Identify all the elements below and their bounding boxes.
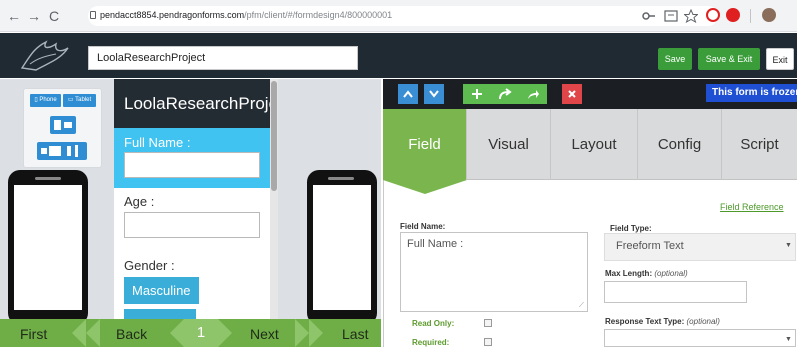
left-chevron-icon — [86, 319, 100, 347]
lock-icon — [90, 11, 96, 19]
address-bar-url: pendacct8854.pendragonforms.com/pfm/clie… — [100, 10, 393, 20]
phone-small-icon: ▯ — [34, 97, 38, 103]
field-name-label: Field Name: — [400, 222, 446, 231]
preview-scrollbar-thumb[interactable] — [271, 81, 277, 191]
redo-button[interactable] — [491, 84, 519, 104]
down-chevron-icon — [429, 90, 439, 98]
share-button[interactable] — [519, 84, 547, 104]
frozen-form-banner: This form is frozen — [706, 84, 797, 102]
forward-arrow-icon[interactable]: → — [26, 8, 42, 24]
up-chevron-icon — [403, 90, 413, 98]
project-name-input[interactable]: LoolaResearchProject — [88, 46, 358, 70]
first-page-button[interactable]: First — [20, 319, 47, 347]
single-phone-layout-icon[interactable] — [50, 116, 76, 134]
gender-option-masculine[interactable]: Masculine — [124, 277, 199, 304]
read-only-checkbox[interactable] — [484, 319, 492, 327]
form-title: LoolaResearchProject — [114, 79, 270, 128]
exit-button[interactable]: Exit — [766, 48, 794, 70]
gender-option-next[interactable] — [124, 309, 196, 319]
dropdown-arrow-icon: ▼ — [785, 242, 792, 249]
save-exit-button[interactable]: Save & Exit — [698, 48, 760, 70]
profile-avatar-icon[interactable] — [762, 8, 776, 22]
field-label-gender: Gender : — [124, 258, 175, 273]
back-arrow-icon[interactable]: ← — [6, 8, 22, 24]
multi-device-layout-icon[interactable] — [37, 142, 87, 160]
right-chevron-icon — [295, 319, 309, 347]
delete-field-button[interactable] — [562, 84, 582, 104]
x-icon — [568, 90, 576, 98]
tab-layout[interactable]: Layout — [551, 109, 638, 180]
field-label-age: Age : — [124, 194, 155, 209]
required-label: Required: — [412, 338, 450, 347]
share-icon — [528, 90, 539, 99]
tablet-tab[interactable]: ▭ Tablet — [63, 94, 96, 107]
field-reference-link[interactable]: Field Reference — [720, 202, 784, 212]
next-page-button[interactable]: Next — [250, 319, 279, 347]
field-type-value: Freeform Text — [616, 240, 684, 252]
tab-config[interactable]: Config — [638, 109, 722, 180]
reload-icon[interactable]: C — [46, 8, 62, 24]
max-length-label: Max Length: (optional) — [605, 269, 688, 278]
tab-field[interactable]: Field — [383, 109, 467, 180]
opera-extension-icon[interactable] — [706, 8, 720, 22]
phone-screen-left — [14, 185, 82, 310]
phone-speaker-right — [328, 177, 354, 180]
tablet-tab-label: Tablet — [75, 97, 92, 103]
read-only-label: Read Only: — [412, 319, 455, 328]
tab-visual[interactable]: Visual — [467, 109, 551, 180]
star-icon[interactable] — [684, 9, 698, 23]
pendragon-logo — [20, 40, 69, 71]
redo-icon — [499, 88, 512, 100]
adblock-extension-icon[interactable] — [726, 8, 740, 22]
full-name-input[interactable] — [124, 152, 260, 178]
move-down-button[interactable] — [424, 84, 444, 104]
phone-screen-right — [313, 185, 371, 310]
right-chevron-icon — [218, 319, 232, 347]
toolbar-divider — [750, 9, 751, 23]
max-length-input[interactable] — [604, 281, 747, 303]
left-chevron-icon — [170, 319, 184, 347]
current-page-number: 1 — [184, 319, 218, 347]
left-chevron-icon — [72, 319, 86, 347]
field-label-full-name: Full Name : — [124, 135, 191, 150]
right-chevron-icon — [309, 319, 323, 347]
phone-tab[interactable]: ▯ Phone — [30, 94, 61, 107]
field-type-label: Field Type: — [610, 224, 652, 233]
dropdown-arrow-icon: ▼ — [785, 336, 792, 343]
active-tab-pointer — [383, 180, 467, 194]
field-name-value: Full Name : — [407, 238, 464, 250]
move-up-button[interactable] — [398, 84, 418, 104]
tablet-small-icon: ▭ — [67, 97, 74, 103]
age-input[interactable] — [124, 212, 260, 238]
save-button[interactable]: Save — [658, 48, 692, 70]
response-text-type-select[interactable] — [604, 329, 796, 347]
add-field-button[interactable] — [463, 84, 491, 104]
phone-tab-label: Phone — [39, 97, 57, 103]
phone-speaker-left — [35, 177, 61, 180]
required-checkbox[interactable] — [484, 338, 492, 346]
last-page-button[interactable]: Last — [342, 319, 368, 347]
tab-script[interactable]: Script — [722, 109, 797, 180]
plus-icon — [472, 89, 482, 99]
key-icon[interactable] — [642, 10, 656, 22]
response-text-type-label: Response Text Type: (optional) — [605, 317, 720, 326]
back-page-button[interactable]: Back — [116, 319, 147, 347]
resize-grip-icon[interactable]: ⟋ — [579, 302, 584, 310]
translate-icon[interactable] — [664, 9, 678, 23]
